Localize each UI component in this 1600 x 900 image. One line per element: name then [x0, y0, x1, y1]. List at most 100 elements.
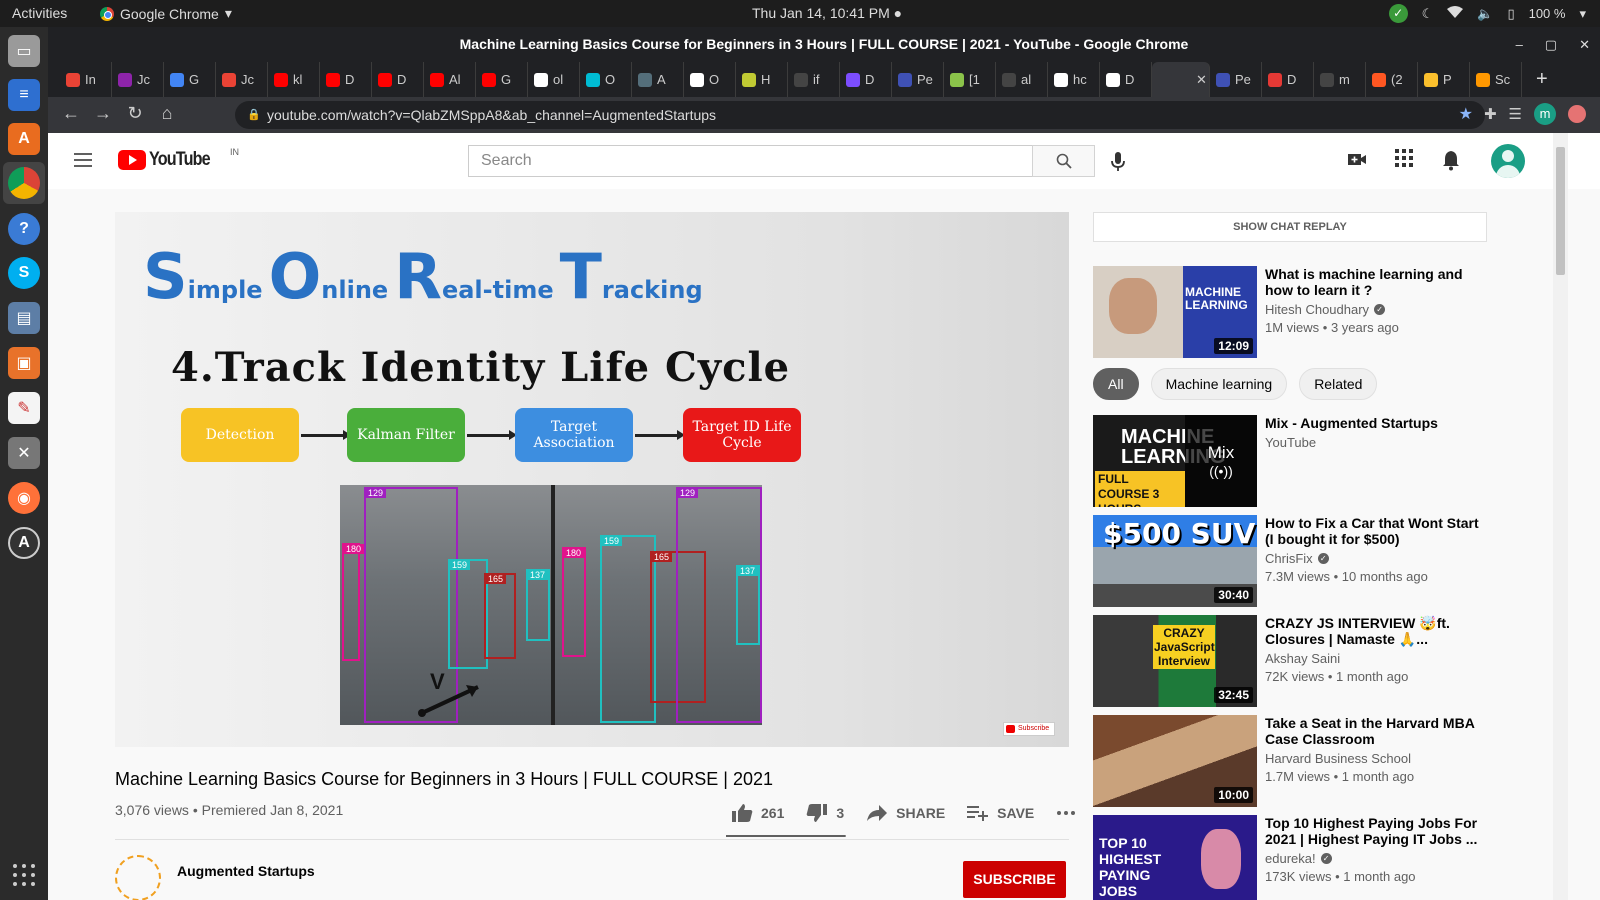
app-menu[interactable]: Google Chrome ▾	[100, 5, 232, 22]
skype-icon[interactable]: S	[8, 257, 40, 289]
activities-button[interactable]: Activities	[12, 5, 67, 21]
show-applications-icon[interactable]	[13, 864, 35, 886]
chrome-dock-icon[interactable]	[8, 167, 40, 199]
close-window-button[interactable]: ✕	[1579, 27, 1590, 62]
minimize-button[interactable]: –	[1516, 27, 1523, 62]
video-title[interactable]: Top 10 Highest Paying Jobs For 2021 | Hi…	[1265, 815, 1480, 847]
video-title[interactable]: What is machine learning and how to lear…	[1265, 266, 1480, 298]
browser-tab[interactable]: kl	[268, 62, 320, 97]
show-chat-replay-button[interactable]: SHOW CHAT REPLAY	[1093, 212, 1487, 242]
browser-tab[interactable]: [1	[944, 62, 996, 97]
update-check-icon[interactable]: ✓	[1388, 4, 1408, 23]
new-tab-button[interactable]: +	[1536, 68, 1548, 91]
menu-icon[interactable]	[74, 153, 92, 167]
browser-tab[interactable]: hc	[1048, 62, 1100, 97]
microphone-icon[interactable]	[1108, 151, 1128, 173]
tab-active[interactable]: ✕	[1152, 62, 1210, 97]
image-editor-icon[interactable]: ✎	[8, 392, 40, 424]
profile-avatar[interactable]: m	[1534, 103, 1556, 125]
recommended-video[interactable]: CRAZY JavaScript Interview 32:45 CRAZY J…	[1093, 615, 1493, 709]
browser-tab[interactable]: if	[788, 62, 840, 97]
bookmark-star-icon[interactable]: ★	[1459, 101, 1473, 129]
browser-tab[interactable]: H	[736, 62, 788, 97]
browser-tab[interactable]: ol	[528, 62, 580, 97]
browser-tab[interactable]: Sc	[1470, 62, 1522, 97]
video-title[interactable]: Mix - Augmented Startups	[1265, 415, 1480, 431]
browser-tab[interactable]: G	[476, 62, 528, 97]
channel-name[interactable]: ChrisFix ✓	[1265, 551, 1329, 566]
browser-tab[interactable]: D	[1262, 62, 1314, 97]
writer-icon[interactable]: ≡	[8, 79, 40, 111]
browser-tab[interactable]: P	[1418, 62, 1470, 97]
scrollbar-thumb[interactable]	[1556, 147, 1565, 275]
remote-desktop-icon[interactable]: ▤	[8, 302, 40, 334]
extension-alert-icon[interactable]	[1568, 105, 1586, 123]
clock[interactable]: Thu Jan 14, 10:41 PM ●	[752, 5, 902, 21]
video-thumbnail[interactable]: MACHINE LEARNING 12:09	[1093, 266, 1257, 358]
updater-icon[interactable]: A	[8, 527, 40, 559]
recommended-video[interactable]: $500 SUV 30:40 How to Fix a Car that Won…	[1093, 515, 1493, 609]
video-thumbnail[interactable]: $500 SUV 30:40	[1093, 515, 1257, 607]
files-icon[interactable]: ▭	[8, 35, 40, 67]
save-button[interactable]: SAVE	[967, 804, 1034, 822]
browser-tab[interactable]: G	[164, 62, 216, 97]
browser-tab[interactable]: (2	[1366, 62, 1418, 97]
more-actions-button[interactable]	[1056, 810, 1076, 816]
video-title[interactable]: Take a Seat in the Harvard MBA Case Clas…	[1265, 715, 1480, 747]
address-bar[interactable]: 🔒 youtube.com/watch?v=QlabZMSppA8&ab_cha…	[235, 101, 1485, 129]
browser-tab[interactable]: Al	[424, 62, 476, 97]
forward-button[interactable]: →	[92, 103, 114, 124]
browser-tab[interactable]: O	[580, 62, 632, 97]
browser-tab[interactable]: D	[372, 62, 424, 97]
browser-tab[interactable]: Jc	[216, 62, 268, 97]
video-thumbnail[interactable]: 10:00	[1093, 715, 1257, 807]
channel-name[interactable]: Akshay Saini	[1265, 651, 1340, 666]
search-input[interactable]: Search	[468, 145, 1033, 177]
video-title[interactable]: CRAZY JS INTERVIEW 🤯ft. Closures | Namas…	[1265, 615, 1480, 647]
page-scrollbar[interactable]	[1553, 133, 1568, 900]
software-center-icon[interactable]: A	[8, 123, 40, 155]
maximize-button[interactable]: ▢	[1545, 27, 1557, 62]
like-button[interactable]: 261	[731, 803, 784, 823]
channel-name[interactable]: YouTube	[1265, 435, 1316, 450]
video-thumbnail[interactable]: TOP 10 HIGHEST PAYING JOBS	[1093, 815, 1257, 900]
apps-grid-icon[interactable]	[1395, 149, 1413, 167]
browser-tab[interactable]: Pe	[892, 62, 944, 97]
mix-playlist[interactable]: MACHINE LEARNING FULL COURSE 3 HOURS Mix…	[1093, 415, 1493, 509]
recommended-video[interactable]: MACHINE LEARNING 12:09 What is machine l…	[1093, 266, 1493, 360]
dislike-button[interactable]: 3	[806, 803, 844, 823]
channel-name[interactable]: edureka! ✓	[1265, 851, 1332, 866]
home-button[interactable]: ⌂	[156, 103, 178, 124]
chip-related[interactable]: Related	[1299, 368, 1378, 400]
recommended-video[interactable]: 10:00 Take a Seat in the Harvard MBA Cas…	[1093, 715, 1493, 809]
video-title[interactable]: How to Fix a Car that Wont Start (I boug…	[1265, 515, 1480, 547]
chip-machine-learning[interactable]: Machine learning	[1150, 368, 1288, 400]
channel-name[interactable]: Augmented Startups	[177, 863, 315, 879]
subscribe-watermark[interactable]: Subscribe	[1003, 722, 1055, 736]
browser-tab[interactable]: In	[60, 62, 112, 97]
account-avatar[interactable]	[1491, 144, 1525, 178]
help-icon[interactable]: ?	[8, 213, 40, 245]
tab-close-icon[interactable]: ✕	[1196, 72, 1207, 88]
browser-tab[interactable]: D	[1100, 62, 1152, 97]
browser-tab[interactable]: A	[632, 62, 684, 97]
chip-all[interactable]: All	[1093, 368, 1139, 400]
video-thumbnail[interactable]: MACHINE LEARNING FULL COURSE 3 HOURS Mix…	[1093, 415, 1257, 507]
power-menu-icon[interactable]: ▾	[1579, 6, 1586, 22]
video-thumbnail[interactable]: CRAZY JavaScript Interview 32:45	[1093, 615, 1257, 707]
lock-icon[interactable]: 🔒	[247, 101, 261, 129]
browser-tab[interactable]: Pe	[1210, 62, 1262, 97]
browser-tab[interactable]: al	[996, 62, 1048, 97]
browser-tab[interactable]: Jc	[112, 62, 164, 97]
subscribe-button[interactable]: SUBSCRIBE	[963, 861, 1066, 898]
channel-avatar[interactable]	[115, 855, 161, 900]
video-player[interactable]: S imple O nline R eal-time T racking 4.T…	[115, 212, 1069, 747]
notifications-bell-icon[interactable]	[1441, 149, 1461, 171]
extensions-icon[interactable]: ✚	[1484, 105, 1497, 123]
channel-name[interactable]: Hitesh Choudhary ✓	[1265, 302, 1386, 317]
create-video-icon[interactable]	[1347, 149, 1367, 169]
browser-tab[interactable]: D	[320, 62, 372, 97]
channel-name[interactable]: Harvard Business School	[1265, 751, 1411, 766]
media-control-icon[interactable]: ☰	[1509, 105, 1522, 123]
back-button[interactable]: ←	[60, 103, 82, 124]
